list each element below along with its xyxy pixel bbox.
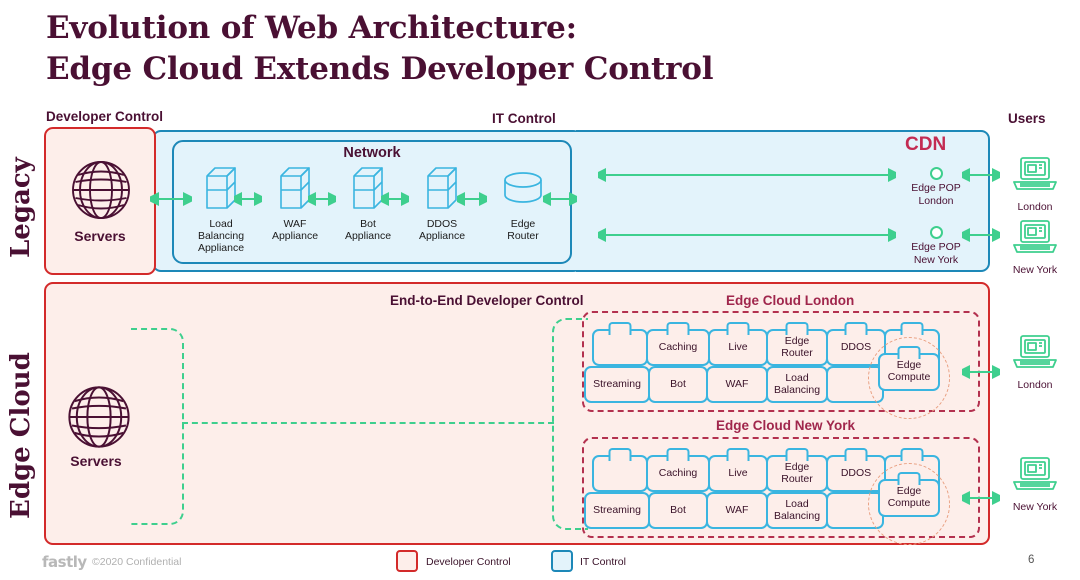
tile-ny-top-caching[interactable]: Caching	[646, 455, 710, 492]
appliance-cap-5b: Router	[507, 230, 539, 243]
green-bracket-left	[131, 328, 184, 525]
end-to-end-label: End-to-End Developer Control	[390, 293, 584, 308]
server-box-icon	[427, 167, 457, 209]
arrow-lb-to-waf	[234, 192, 262, 206]
region-label-newyork: Edge Cloud New York	[716, 418, 856, 433]
appliance-cap-3b: Appliance	[344, 230, 392, 243]
pop-ny-line1: Edge POP	[911, 241, 961, 253]
arrow-bot-to-ddos	[381, 192, 409, 206]
cylinder-icon	[504, 172, 542, 203]
user-newyork-edge: New York	[997, 455, 1073, 513]
appliance-cap-4b: Appliance	[418, 230, 466, 243]
header-developer-control: Developer Control	[46, 109, 164, 124]
user-label-newyork-edge: New York	[1012, 501, 1058, 513]
network-label: Network	[343, 145, 401, 161]
pop-dot-icon	[929, 226, 943, 239]
appliance-cap-3a: Bot	[360, 218, 376, 230]
laptop-icon	[1013, 157, 1057, 190]
tile-ny-bot-load-balancing[interactable]: Load Balancing	[766, 492, 828, 529]
row-label-legacy: Legacy	[6, 157, 36, 258]
user-label-london: London	[1017, 201, 1053, 213]
edge-compute-london[interactable]: Edge Compute	[878, 353, 940, 391]
tile-london-bot-bot[interactable]: Bot	[648, 366, 708, 403]
edge-pop-london: Edge POP London	[893, 167, 979, 207]
title-line-2: Edge Cloud Extends Developer Control	[46, 50, 714, 87]
legend-label-developer-control: Developer Control	[426, 556, 511, 568]
tile-london-top-edge-router[interactable]: Edge Router	[766, 329, 828, 366]
user-newyork-legacy: New York	[997, 218, 1073, 276]
globe-icon	[62, 380, 136, 459]
cdn-label: CDN	[905, 134, 947, 155]
user-london-edge: London	[997, 333, 1073, 391]
green-dashed-link	[182, 422, 554, 424]
copyright-text: ©2020 Confidential	[92, 556, 182, 568]
tile-london-top-0[interactable]	[592, 329, 648, 366]
tile-london-top-caching[interactable]: Caching	[646, 329, 710, 366]
appliance-cap-2a: WAF	[283, 218, 307, 230]
tile-ny-top-edge-router[interactable]: Edge Router	[766, 455, 828, 492]
tile-ny-bot-streaming[interactable]: Streaming	[584, 492, 650, 529]
tile-london-bot-streaming[interactable]: Streaming	[584, 366, 650, 403]
fastly-logo: fastly	[42, 553, 87, 571]
appliance-cap-1b: Balancing	[197, 230, 245, 243]
user-london-legacy: London	[997, 155, 1073, 213]
appliance-cap-5a: Edge	[510, 218, 536, 230]
arrow-london-compute-to-user	[962, 365, 1000, 379]
legend-swatch-it-control	[551, 550, 573, 572]
servers-label-edge: Servers	[70, 453, 122, 469]
arrow-cdn-london-long	[598, 168, 896, 182]
pop-ny-line2: New York	[913, 253, 959, 266]
user-label-london-edge: London	[1017, 379, 1053, 391]
legend-label-it-control: IT Control	[580, 556, 626, 568]
page-title: Evolution of Web Architecture: Edge Clou…	[46, 8, 1026, 90]
globe-icon	[66, 155, 136, 230]
ny-tile-row-bottom: Streaming Bot WAF Load Balancing	[584, 492, 884, 529]
pop-london-line2: London	[918, 194, 954, 207]
arrow-waf-to-bot	[308, 192, 336, 206]
arrow-servers-to-lb	[150, 192, 192, 206]
tile-ny-top-live[interactable]: Live	[708, 455, 768, 492]
tile-ny-top-0[interactable]	[592, 455, 648, 492]
tile-ny-bot-bot[interactable]: Bot	[648, 492, 708, 529]
legend-swatch-developer-control	[396, 550, 418, 572]
arrow-cdn-newyork-long	[598, 228, 896, 242]
appliance-load-balancing: Load Balancing Appliance	[184, 163, 258, 255]
tile-london-top-live[interactable]: Live	[708, 329, 768, 366]
arrow-router-to-cdn	[543, 192, 577, 206]
appliance-cap-1c: Appliance	[197, 242, 245, 255]
pop-dot-icon	[929, 167, 943, 180]
tile-london-bot-load-balancing[interactable]: Load Balancing	[766, 366, 828, 403]
pop-london-line1: Edge POP	[911, 182, 961, 194]
row-label-edge-cloud: Edge Cloud	[6, 352, 36, 519]
appliance-cap-4a: DDOS	[426, 218, 458, 230]
arrow-ddos-to-router	[457, 192, 487, 206]
header-users: Users	[1008, 111, 1046, 126]
laptop-icon	[1013, 335, 1057, 368]
arrow-ny-compute-to-user	[962, 491, 1000, 505]
appliance-cap-2b: Appliance	[271, 230, 319, 243]
london-tile-row-bottom: Streaming Bot WAF Load Balancing	[584, 366, 884, 403]
appliance-cap-1a: Load	[209, 218, 233, 230]
laptop-icon	[1013, 457, 1057, 490]
region-label-london: Edge Cloud London	[726, 293, 855, 308]
edge-pop-newyork: Edge POP New York	[893, 226, 979, 266]
title-line-1: Evolution of Web Architecture:	[46, 10, 577, 46]
page-number: 6	[1028, 554, 1035, 566]
servers-label-legacy: Servers	[74, 228, 126, 244]
laptop-icon	[1013, 220, 1057, 253]
header-it-control: IT Control	[492, 111, 556, 126]
tile-london-bot-waf[interactable]: WAF	[706, 366, 768, 403]
edge-compute-newyork[interactable]: Edge Compute	[878, 479, 940, 517]
user-label-newyork: New York	[1012, 264, 1058, 276]
tile-ny-bot-waf[interactable]: WAF	[706, 492, 768, 529]
